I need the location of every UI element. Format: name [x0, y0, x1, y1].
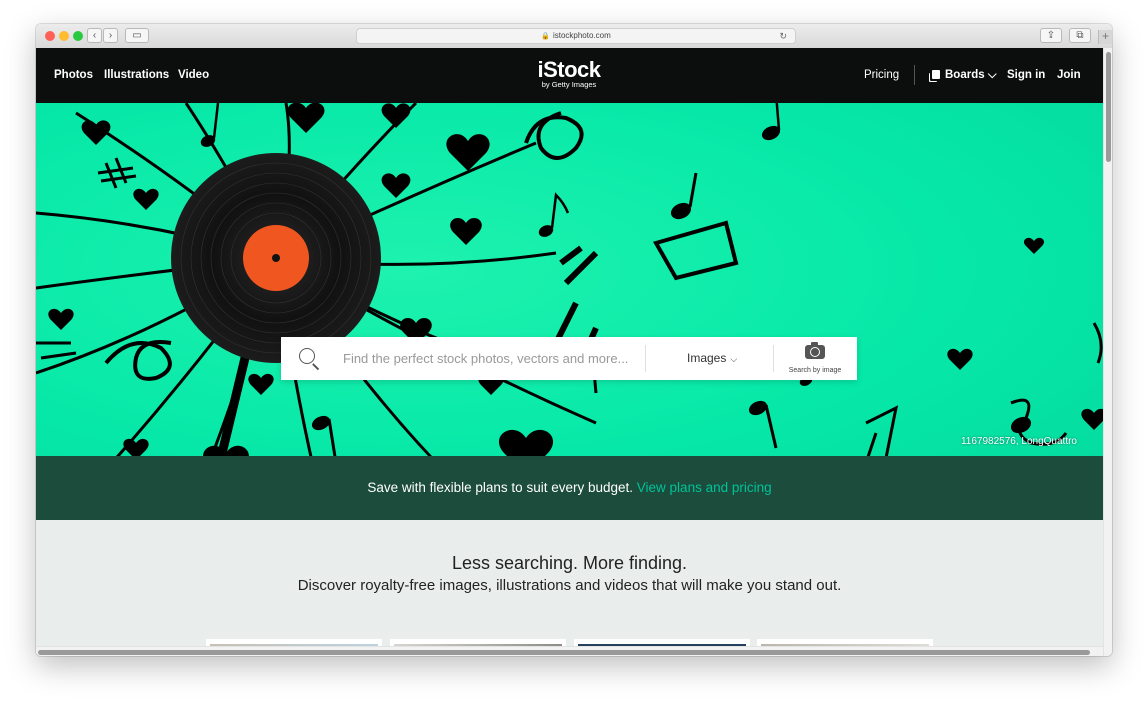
logo-wordmark: iStock — [537, 57, 601, 82]
nav-divider — [914, 65, 915, 85]
nav-link-photos[interactable]: Photos — [54, 69, 93, 81]
nav-link-pricing[interactable]: Pricing — [864, 69, 899, 81]
browser-window: ‹ › ▭ 🔒 istockphoto.com ↻ ⇪ ⧉ Photos Illu… — [36, 24, 1112, 656]
search-bar: Images⌵ Search by image — [281, 337, 857, 380]
search-icon[interactable] — [299, 348, 315, 364]
boards-icon — [932, 70, 940, 79]
pricing-promo-banner: Save with flexible plans to suit every b… — [36, 456, 1103, 520]
new-tab-icon[interactable]: + — [1098, 30, 1112, 44]
tabs-icon[interactable]: ⧉ — [1069, 28, 1091, 43]
lock-icon: 🔒 — [541, 33, 550, 40]
search-divider — [645, 345, 646, 372]
vertical-scrollbar[interactable] — [1103, 48, 1112, 656]
reload-icon[interactable]: ↻ — [779, 29, 787, 43]
search-by-image-label: Search by image — [788, 367, 842, 374]
media-type-dropdown[interactable]: Images ⌵ — [687, 351, 737, 365]
join-link[interactable]: Join — [1057, 69, 1081, 81]
site-header: Photos Illustrations Video iStock by Get… — [36, 48, 1103, 103]
istock-logo[interactable]: iStock by Getty Images — [533, 57, 605, 90]
back-icon[interactable]: ‹ — [87, 28, 102, 43]
search-input[interactable] — [343, 337, 643, 380]
media-type-label: Images — [687, 351, 727, 365]
chevron-down-icon: ⌵ — [987, 69, 997, 81]
sidebar-icon[interactable]: ▭ — [125, 28, 149, 43]
section-subline: Discover royalty-free images, illustrati… — [297, 577, 842, 594]
close-window-button[interactable] — [45, 31, 55, 41]
forward-icon[interactable]: › — [103, 28, 118, 43]
boards-label: Boards — [945, 69, 985, 81]
browser-toolbar: ‹ › ▭ 🔒 istockphoto.com ↻ ⇪ ⧉ — [36, 24, 1112, 49]
minimize-window-button[interactable] — [59, 31, 69, 41]
nav-link-illustrations[interactable]: Illustrations — [104, 69, 169, 81]
address-bar[interactable]: 🔒 istockphoto.com ↻ — [356, 28, 796, 44]
zoom-window-button[interactable] — [73, 31, 83, 41]
intro-section: Less searching. More finding. Discover r… — [36, 520, 1103, 656]
url-text: istockphoto.com — [552, 31, 611, 40]
section-headline: Less searching. More finding. — [451, 553, 688, 573]
horizontal-scrollbar[interactable] — [36, 646, 1103, 656]
sign-in-link[interactable]: Sign in — [1007, 69, 1045, 81]
search-by-image-button[interactable]: Search by image — [773, 341, 857, 374]
image-credit: 1167982576, LongQuattro — [960, 436, 1077, 447]
vertical-scroll-thumb[interactable] — [1106, 52, 1111, 162]
view-plans-link[interactable]: View plans and pricing — [637, 480, 772, 495]
horizontal-scroll-thumb[interactable] — [38, 650, 1090, 655]
hero-banner: 1167982576, LongQuattro Images⌵ Search b… — [36, 103, 1103, 520]
chevron-down-icon: ⌵ — [730, 354, 738, 364]
boards-menu[interactable]: Boards ⌵ — [932, 69, 997, 82]
camera-icon — [805, 342, 825, 359]
nav-link-video[interactable]: Video — [178, 69, 209, 81]
share-icon[interactable]: ⇪ — [1040, 28, 1062, 43]
logo-tagline: by Getty Images — [541, 80, 597, 89]
promo-text: Save with flexible plans to suit every b… — [367, 480, 634, 495]
